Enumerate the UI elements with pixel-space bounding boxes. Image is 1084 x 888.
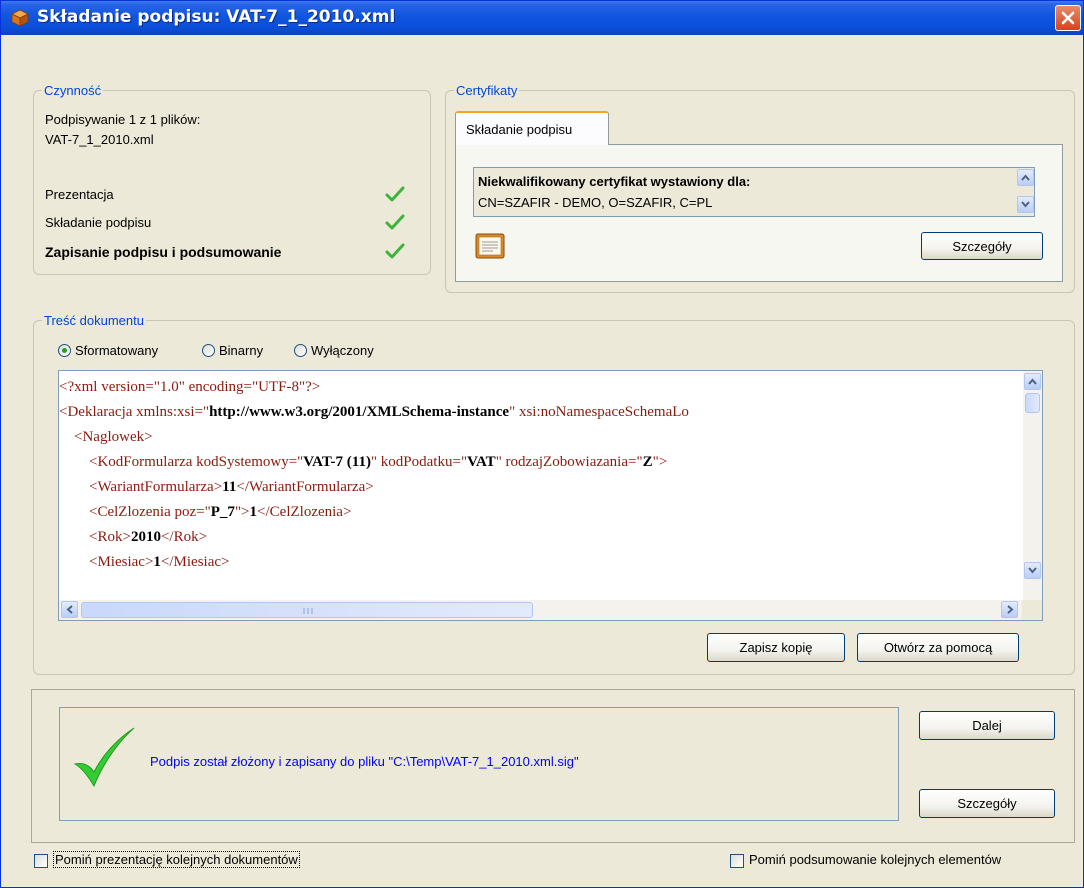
certificate-icon (475, 233, 505, 259)
radio-disabled-label: Wyłączony (311, 343, 374, 358)
horizontal-scroll-thumb[interactable] (81, 602, 533, 618)
status-message-box: Podpis został złożony i zapisany do plik… (59, 707, 899, 821)
horizontal-scrollbar[interactable] (59, 600, 1024, 620)
cert-scroll-up-button[interactable] (1017, 169, 1034, 186)
close-button[interactable] (1055, 5, 1081, 31)
xml-token: "> (652, 454, 668, 470)
xml-token: "?> (299, 379, 321, 395)
next-button[interactable]: Dalej (919, 711, 1055, 740)
close-icon (1061, 11, 1075, 25)
certificate-title: Niekwalifikowany certyfikat wystawiony d… (478, 174, 751, 189)
xml-token: P_7 (210, 504, 235, 520)
skip-presentation-label[interactable]: Pomiń prezentację kolejnych dokumentów (53, 851, 300, 868)
tab-signing-label: Składanie podpisu (466, 122, 573, 137)
document-content-legend: Treść dokumentu (44, 313, 144, 328)
radio-formatted-label: Sformatowany (75, 343, 159, 358)
tab-signing[interactable]: Składanie podpisu (455, 111, 609, 145)
vertical-scrollbar[interactable] (1023, 371, 1042, 601)
open-with-button[interactable]: Otwórz za pomocą (857, 633, 1019, 662)
xml-token: VAT-7 (11) (303, 454, 371, 470)
radio-disabled[interactable] (294, 344, 307, 357)
skip-presentation-checkbox[interactable] (34, 854, 48, 868)
xml-token: " rodzajZobowiazania=" (495, 454, 643, 470)
xml-token: </WariantFormularza> (236, 479, 374, 495)
xml-token: <WariantFormularza> (59, 479, 223, 495)
xml-token: "> (234, 504, 250, 520)
checkmark-icon (385, 214, 405, 230)
xml-line: <Miesiac>1</Miesiac> (59, 550, 229, 574)
xml-token: 1.0 (159, 379, 179, 395)
skip-summary-checkbox[interactable] (730, 854, 744, 868)
big-checkmark-icon (73, 727, 135, 788)
xml-token: VAT (467, 454, 496, 470)
xml-token: 11 (222, 479, 237, 495)
document-xml-viewer[interactable]: <?xml version="1.0" encoding="UTF-8"?> <D… (58, 370, 1043, 621)
radio-binary[interactable] (202, 344, 215, 357)
status-details-button[interactable]: Szczegóły (919, 789, 1055, 818)
xml-token: http://www.w3.org/2001/XMLSchema-instanc… (209, 404, 510, 420)
xml-line: <Deklaracja xmlns:xsi="http://www.w3.org… (59, 400, 689, 424)
xml-token: <Naglowek> (59, 429, 153, 445)
scroll-right-button[interactable] (1001, 601, 1018, 618)
xml-token: " kodPodatku=" (370, 454, 468, 470)
scrollbar-corner (1022, 600, 1042, 620)
xml-token: </CelZlozenia> (257, 504, 352, 520)
chevron-left-icon (66, 605, 73, 614)
xml-line: <CelZlozenia poz="P_7">1</CelZlozenia> (59, 500, 351, 524)
window-title: Składanie podpisu: VAT-7_1_2010.xml (37, 7, 396, 27)
cert-scroll-down-button[interactable] (1017, 196, 1034, 213)
scroll-left-button[interactable] (61, 601, 78, 618)
title-bar[interactable]: Składanie podpisu: VAT-7_1_2010.xml (1, 1, 1083, 35)
xml-line: <Rok>2010</Rok> (59, 525, 207, 549)
certificate-subject: CN=SZAFIR - DEMO, O=SZAFIR, C=PL (478, 195, 713, 210)
xml-line: <WariantFormularza>11</WariantFormularza… (59, 475, 374, 499)
package-icon (11, 9, 29, 27)
xml-token: Z (642, 454, 653, 470)
chevron-down-icon (1028, 567, 1037, 574)
step-presentation-label: Prezentacja (45, 187, 114, 202)
signing-dialog: Składanie podpisu: VAT-7_1_2010.xml Czyn… (0, 0, 1084, 888)
xml-line: <Naglowek> (59, 425, 153, 449)
scroll-up-button[interactable] (1024, 373, 1041, 390)
radio-formatted[interactable] (58, 344, 71, 357)
xml-token: 2010 (130, 529, 161, 545)
checkmark-icon (385, 186, 405, 202)
status-message: Podpis został złożony i zapisany do plik… (150, 754, 579, 769)
xml-token: UTF-8 (258, 379, 299, 395)
activity-progress-text: Podpisywanie 1 z 1 plików: (45, 112, 201, 127)
certificate-info-box: Niekwalifikowany certyfikat wystawiony d… (473, 167, 1035, 217)
xml-token: </Rok> (160, 529, 208, 545)
xml-token: <Deklaracja xmlns:xsi=" (59, 404, 210, 420)
chevron-right-icon (1007, 605, 1014, 614)
checkmark-icon (385, 243, 405, 259)
xml-token: </Miesiac> (160, 554, 230, 570)
vertical-scroll-thumb[interactable] (1025, 393, 1040, 413)
xml-token: <Miesiac> (59, 554, 154, 570)
step-save-summary-label: Zapisanie podpisu i podsumowanie (45, 244, 282, 260)
xml-code-area[interactable]: <?xml version="1.0" encoding="UTF-8"?> <D… (59, 371, 1019, 601)
activity-legend: Czynność (44, 83, 102, 98)
radio-binary-label: Binarny (219, 343, 264, 358)
step-signing-label: Składanie podpisu (45, 215, 152, 230)
activity-filename: VAT-7_1_2010.xml (45, 132, 154, 147)
skip-summary-label[interactable]: Pomiń podsumowanie kolejnych elementów (749, 852, 1001, 867)
xml-token: <KodFormularza kodSystemowy=" (59, 454, 304, 470)
xml-token: <Rok> (59, 529, 131, 545)
chevron-up-icon (1028, 378, 1037, 385)
xml-token: 1 (153, 554, 161, 570)
xml-token: <?xml version=" (59, 379, 160, 395)
xml-line: <KodFormularza kodSystemowy="VAT-7 (11)"… (59, 450, 667, 474)
chevron-up-icon (1021, 174, 1030, 181)
certificates-legend: Certyfikaty (456, 83, 518, 98)
scroll-down-button[interactable] (1024, 562, 1041, 579)
xml-token: " encoding=" (178, 379, 259, 395)
chevron-down-icon (1021, 201, 1030, 208)
save-copy-button[interactable]: Zapisz kopię (707, 633, 845, 662)
xml-token: 1 (249, 504, 258, 520)
grip-icon (303, 608, 313, 614)
certificate-details-button[interactable]: Szczegóły (921, 232, 1043, 260)
xml-line: <?xml version="1.0" encoding="UTF-8"?> (59, 375, 320, 399)
xml-token: <CelZlozenia poz=" (59, 504, 211, 520)
xml-token: " xsi:noNamespaceSchemaLo (509, 404, 689, 420)
